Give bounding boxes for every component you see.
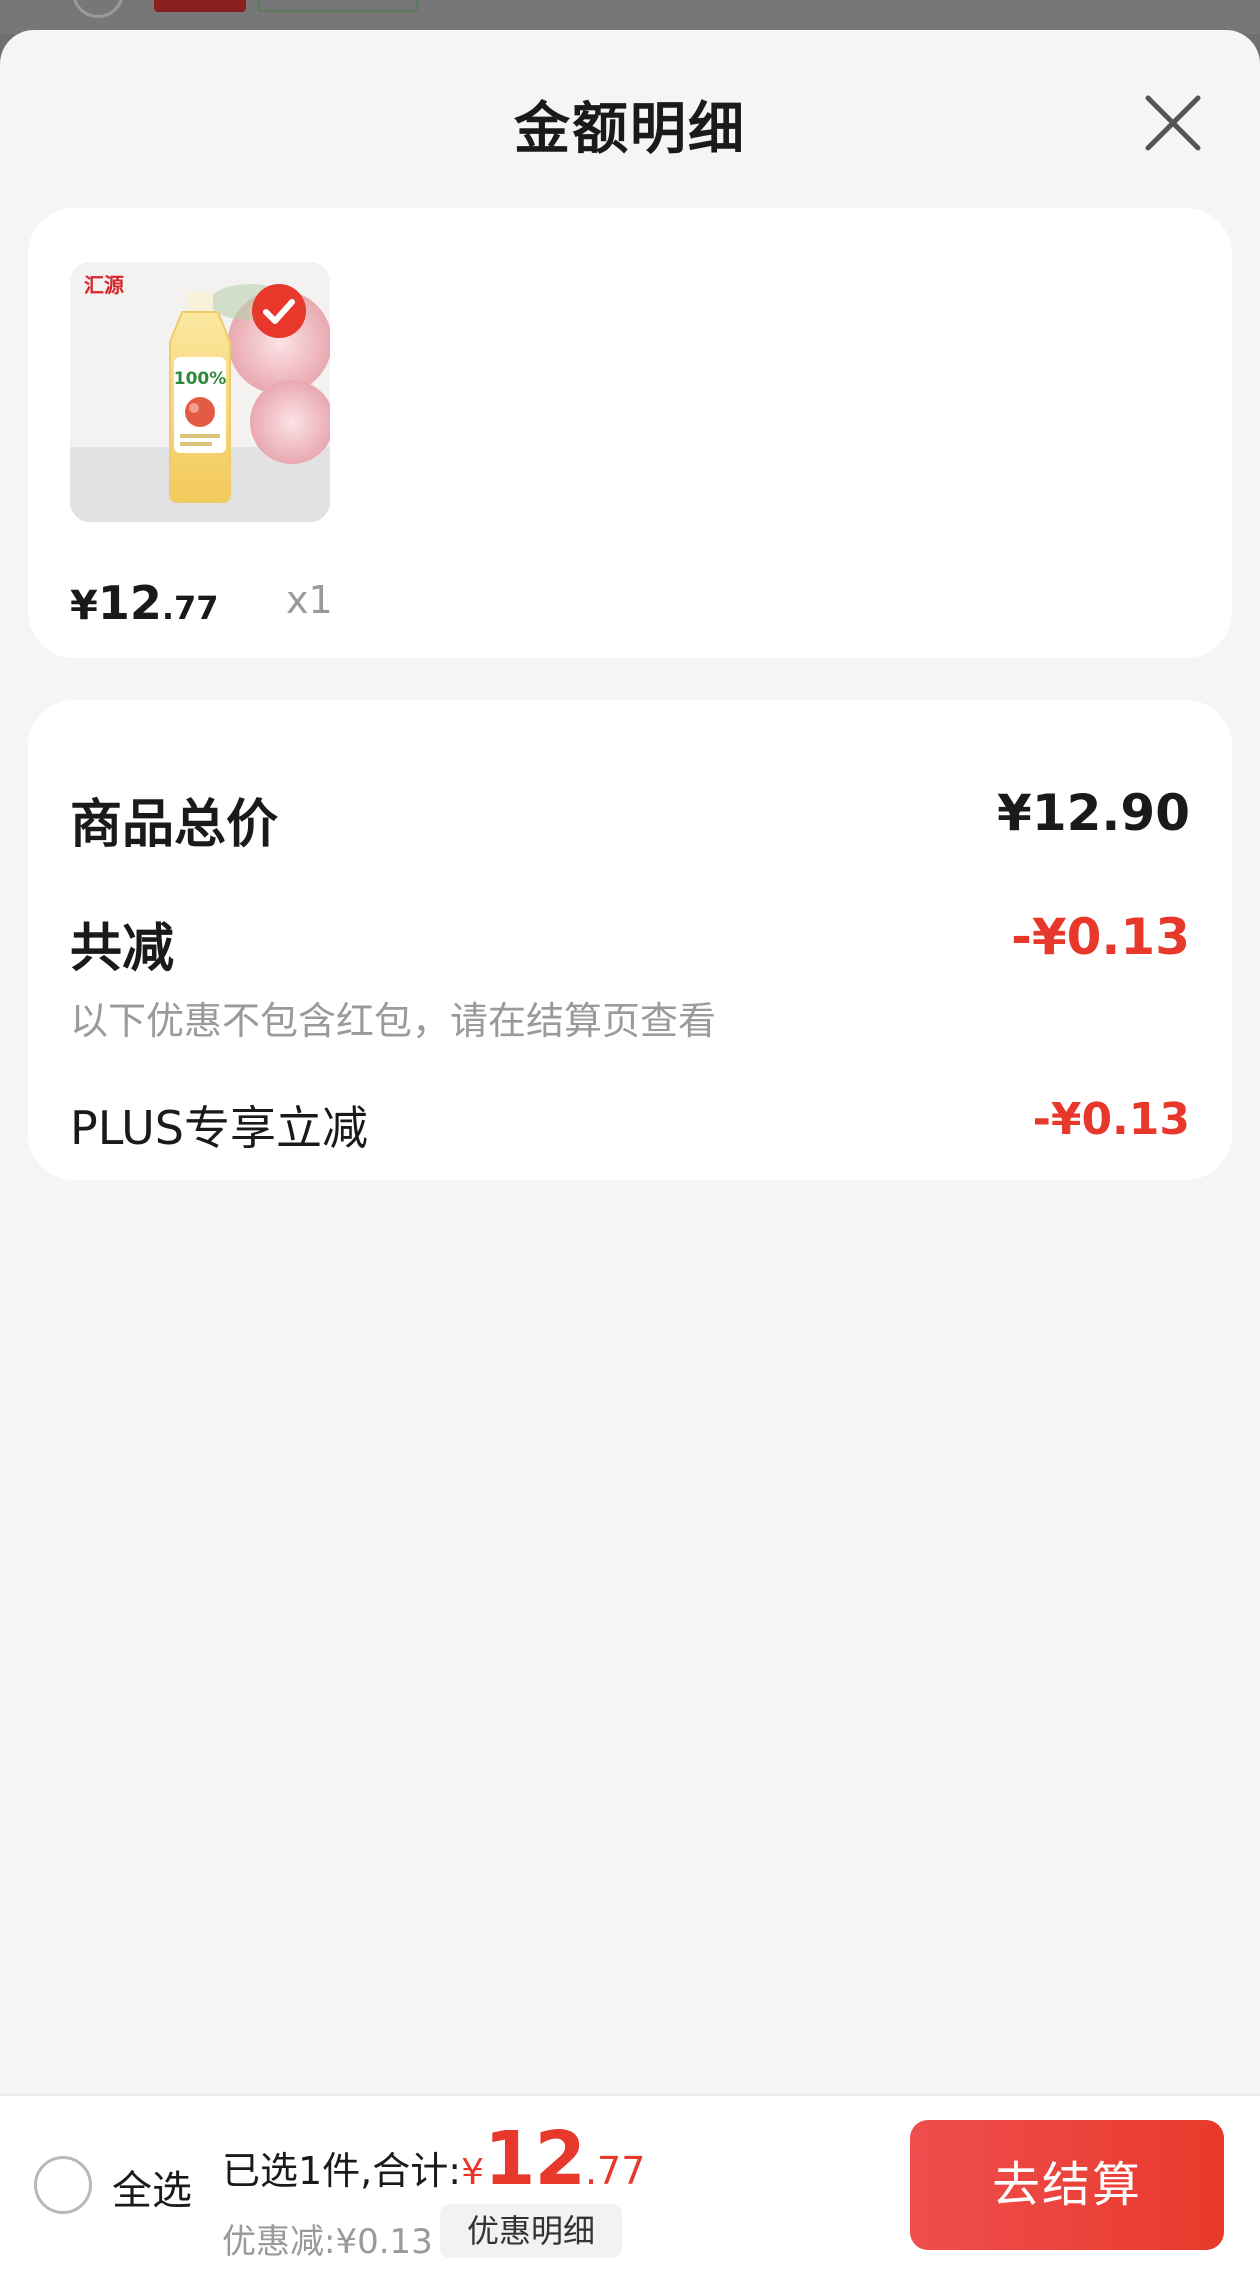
- total-price-value: ¥12.90: [997, 784, 1190, 842]
- checkout-button[interactable]: 去结算: [910, 2120, 1224, 2250]
- total-discount-label: 共减: [70, 919, 175, 979]
- check-circle-icon: [252, 284, 306, 338]
- plus-discount-label: PLUS专享立减: [70, 1101, 368, 1155]
- total-discount-value: -¥0.13: [1011, 908, 1190, 966]
- total-price-label: 商品总价: [70, 795, 279, 855]
- product-image[interactable]: 100% 汇源: [70, 262, 330, 522]
- discount-detail-button[interactable]: 优惠明细: [440, 2204, 622, 2258]
- checkout-bar: 全选 已选1件,合计:¥12.77 优惠减:¥0.13 优惠明细 去结算: [0, 2094, 1260, 2270]
- sheet-title: 金额明细: [514, 97, 746, 162]
- selected-count-text: 已选1件,合计:: [222, 2149, 462, 2193]
- close-button[interactable]: [1138, 88, 1208, 158]
- selected-total: 已选1件,合计:¥12.77: [222, 2116, 646, 2202]
- close-icon: [1145, 95, 1201, 151]
- product-card: 100% 汇源 ¥12.77 x1: [28, 208, 1232, 658]
- selected-check-badge[interactable]: [250, 282, 308, 340]
- background-tag-outline: [258, 0, 418, 12]
- background-page: [0, 0, 1260, 34]
- item-quantity: x1: [286, 578, 333, 622]
- discount-note: 以下优惠不包含红包，请在结算页查看: [70, 999, 717, 1043]
- background-select-circle: [72, 0, 124, 18]
- svg-text:100%: 100%: [174, 369, 227, 389]
- item-price: ¥12.77: [70, 576, 219, 630]
- discount-amount-text: 优惠减:¥0.13: [222, 2222, 433, 2262]
- amount-detail-sheet: 金额明细 100% 汇源 ¥12.77 x1 商品总价 ¥12.90 共减 -¥…: [0, 30, 1260, 2270]
- select-all-label[interactable]: 全选: [112, 2158, 192, 2216]
- svg-text:汇源: 汇源: [84, 273, 124, 297]
- plus-discount-value: -¥0.13: [1032, 1094, 1190, 1145]
- price-summary-card: 商品总价 ¥12.90 共减 -¥0.13 以下优惠不包含红包，请在结算页查看 …: [28, 700, 1232, 1180]
- select-all-radio[interactable]: [34, 2156, 92, 2214]
- background-tag: [154, 0, 246, 12]
